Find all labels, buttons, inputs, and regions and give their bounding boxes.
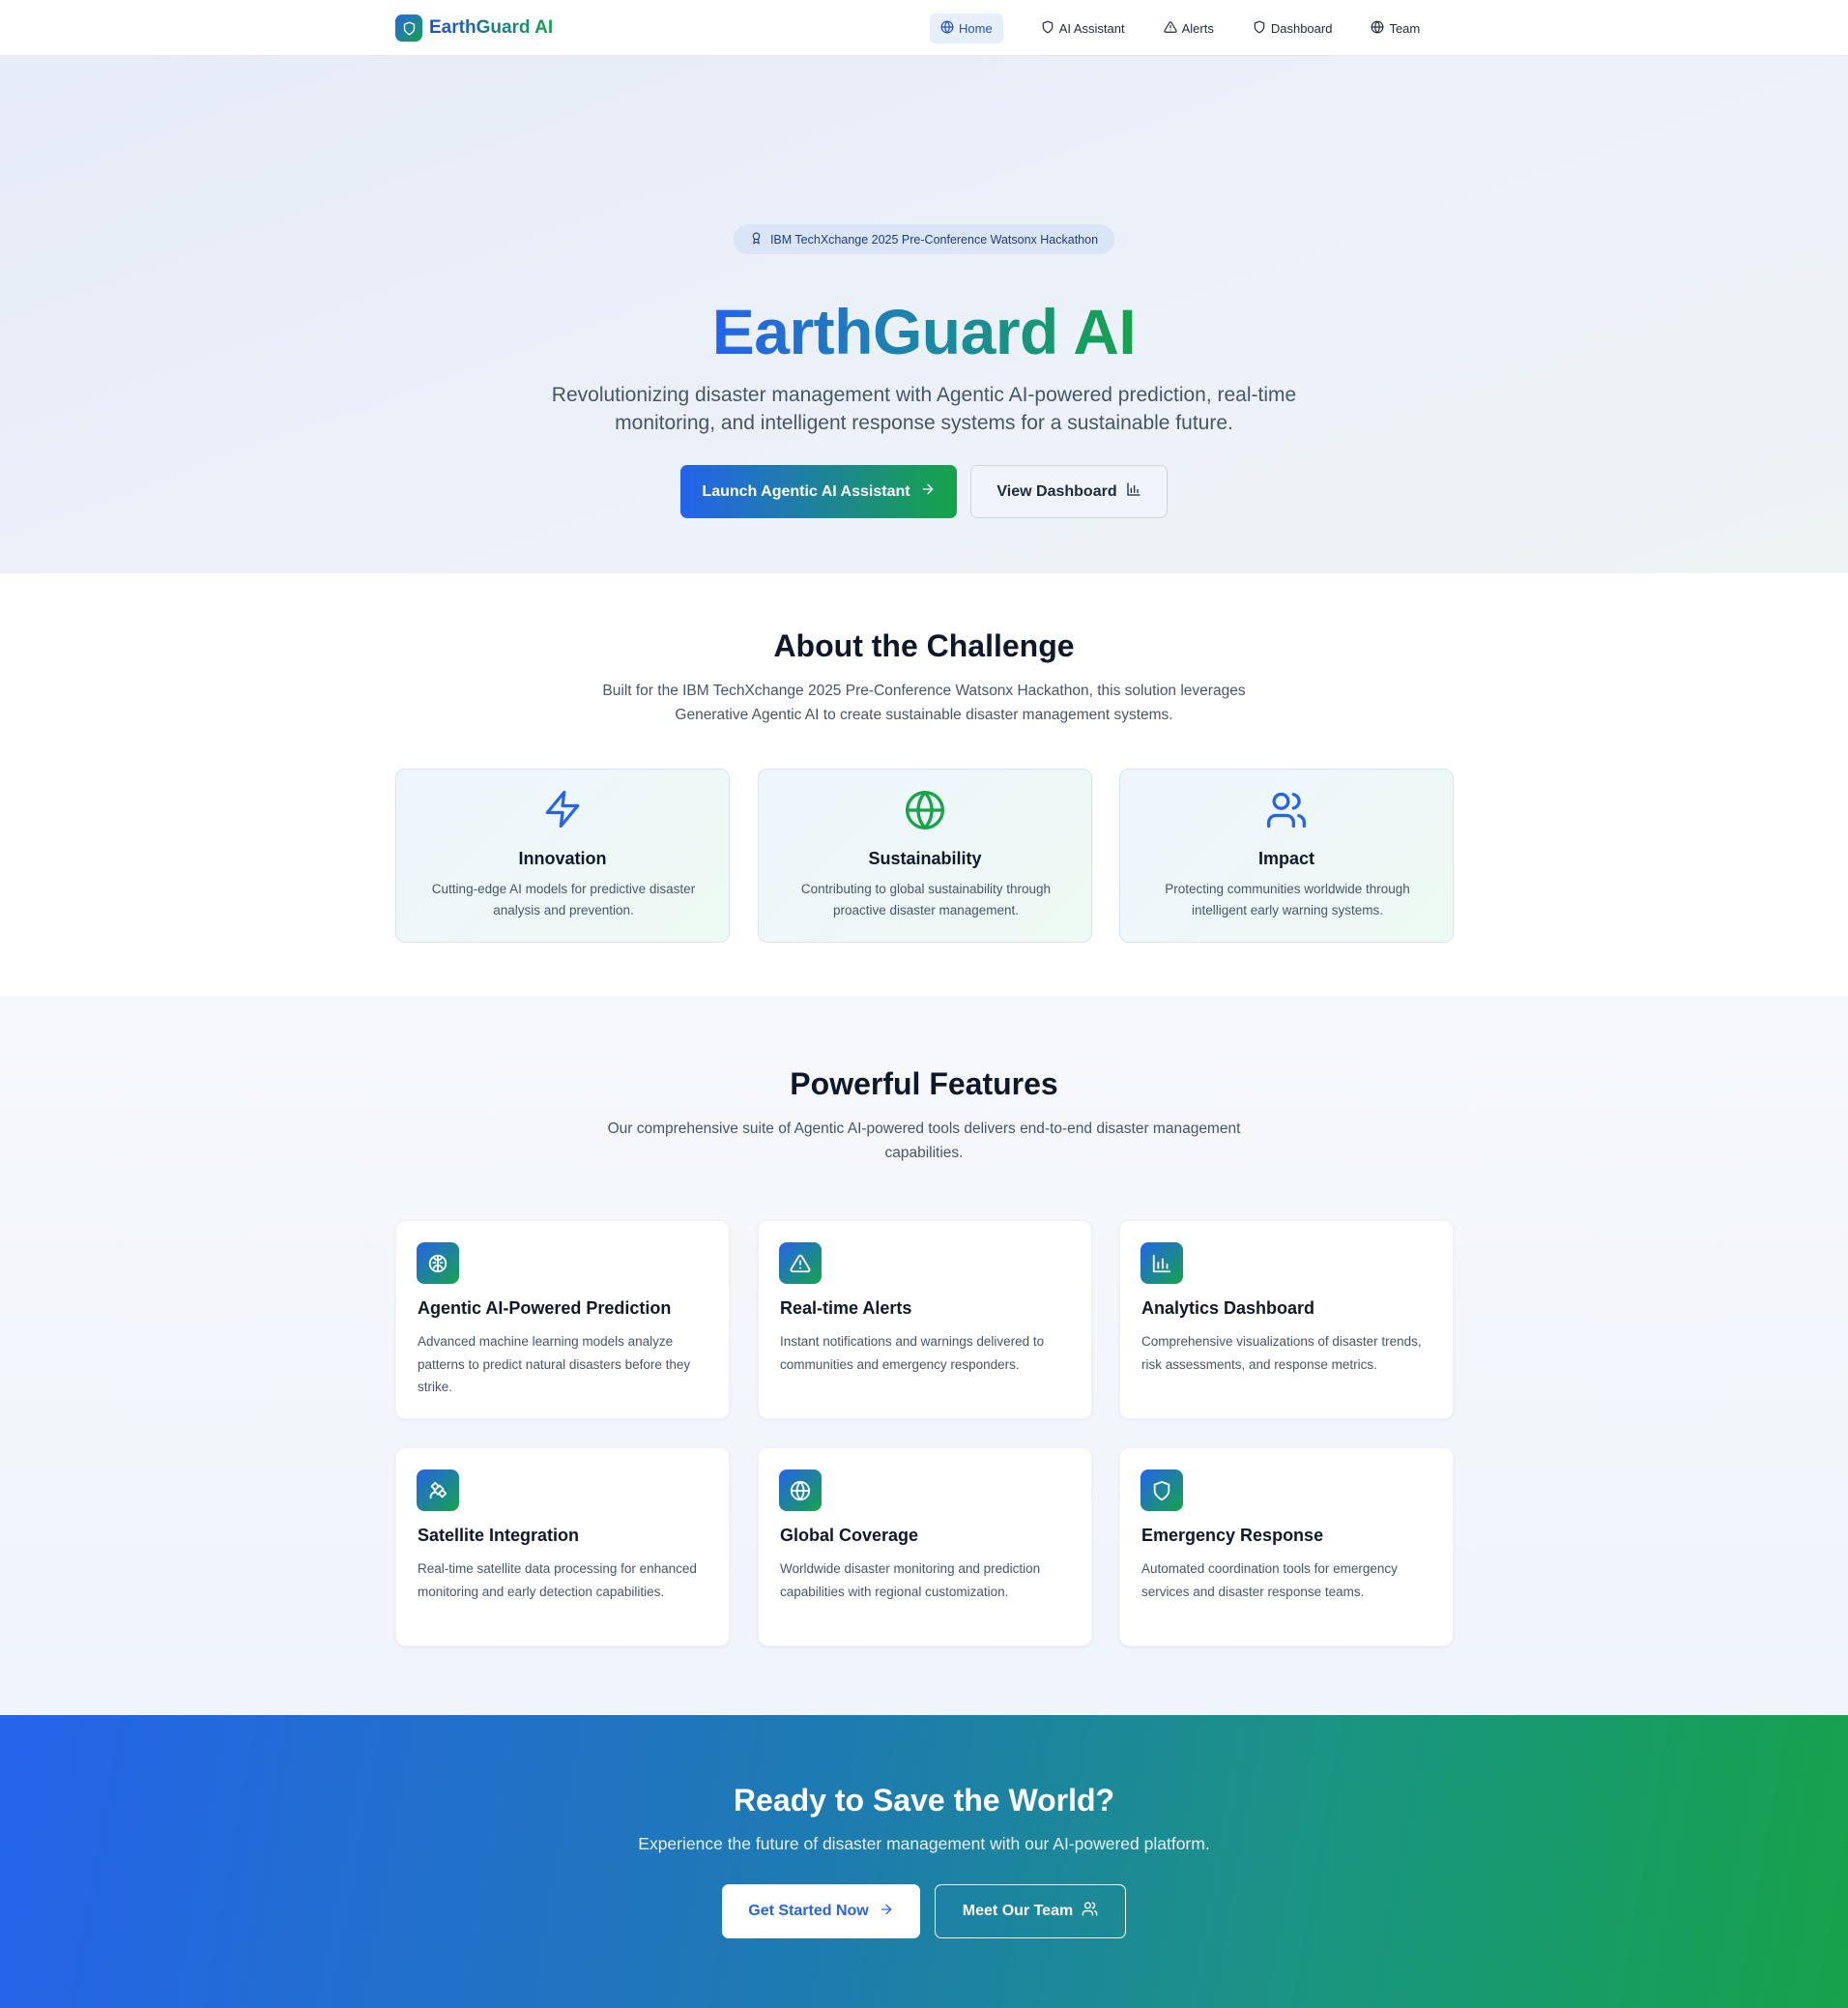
nav-item-label: AI Assistant <box>1058 21 1125 36</box>
arrow-right-icon <box>920 481 936 502</box>
shield-icon <box>1253 20 1266 37</box>
nav-item-label: Team <box>1389 21 1421 36</box>
nav-item-label: Alerts <box>1181 21 1214 36</box>
hackathon-badge: IBM TechXchange 2025 Pre-Conference Wats… <box>734 224 1114 254</box>
hero-title: EarthGuard AI <box>711 296 1137 367</box>
nav-item-team[interactable]: Team <box>1360 14 1430 44</box>
about-subtitle: Built for the IBM TechXchange 2025 Pre-C… <box>602 683 1246 723</box>
bar-chart-icon <box>1141 1242 1183 1284</box>
shield-icon <box>1141 1470 1183 1511</box>
nav-item-dashboard[interactable]: Dashboard <box>1242 14 1343 44</box>
globe-icon <box>779 1470 822 1511</box>
about-section: About the Challenge Built for the IBM Te… <box>0 573 1848 996</box>
view-dashboard-button[interactable]: View Dashboard <box>970 465 1168 518</box>
brand-logo-link[interactable]: EarthGuard AI <box>395 15 553 42</box>
hero-subtitle: Revolutionizing disaster management with… <box>551 384 1297 434</box>
launch-assistant-button[interactable]: Launch Agentic AI Assistant <box>680 465 957 518</box>
features-title: Powerful Features <box>790 1066 1058 1101</box>
feature-card-prediction: Agentic AI-Powered Prediction Advanced m… <box>395 1220 730 1419</box>
card-description: Comprehensive visualizations of disaster… <box>1141 1334 1422 1372</box>
card-description: Cutting-edge AI models for predictive di… <box>431 882 696 917</box>
feature-card-emergency: Emergency Response Automated coordinatio… <box>1119 1447 1454 1646</box>
about-title: About the Challenge <box>773 628 1075 663</box>
badge-label: IBM TechXchange 2025 Pre-Conference Wats… <box>769 232 1099 247</box>
users-icon <box>1120 789 1453 831</box>
card-title: Satellite Integration <box>418 1526 580 1545</box>
top-navbar: EarthGuard AI Home AI Assistant Alerts D… <box>0 0 1848 56</box>
arrow-right-icon <box>879 1902 894 1922</box>
card-description: Advanced machine learning models analyze… <box>418 1334 691 1394</box>
feature-card-analytics: Analytics Dashboard Comprehensive visual… <box>1119 1220 1454 1419</box>
globe-icon <box>940 20 954 37</box>
nav-item-ai-assistant[interactable]: AI Assistant <box>1030 14 1136 44</box>
shield-icon <box>395 15 422 42</box>
alert-triangle-icon <box>1163 20 1177 37</box>
card-title: Innovation <box>518 849 607 868</box>
button-label: View Dashboard <box>996 482 1117 500</box>
features-subtitle: Our comprehensive suite of Agentic AI-po… <box>607 1120 1241 1161</box>
bar-chart-icon <box>1126 481 1141 502</box>
cta-subtitle: Experience the future of disaster manage… <box>638 1834 1210 1853</box>
card-title: Impact <box>1257 849 1315 868</box>
about-card-impact: Impact Protecting communities worldwide … <box>1119 769 1454 943</box>
users-icon <box>1082 1901 1098 1922</box>
hero-section: IBM TechXchange 2025 Pre-Conference Wats… <box>0 56 1848 573</box>
brand-name: EarthGuard AI <box>429 17 554 38</box>
get-started-button[interactable]: Get Started Now <box>722 1884 920 1938</box>
card-description: Worldwide disaster monitoring and predic… <box>780 1561 1041 1599</box>
globe-icon <box>759 789 1091 831</box>
satellite-icon <box>417 1470 459 1511</box>
button-label: Meet Our Team <box>962 1903 1074 1919</box>
card-title: Analytics Dashboard <box>1141 1298 1315 1318</box>
award-icon <box>750 232 763 247</box>
meet-team-button[interactable]: Meet Our Team <box>935 1884 1126 1938</box>
card-title: Sustainability <box>868 849 982 868</box>
button-label: Get Started Now <box>748 1903 869 1919</box>
about-card-sustainability: Sustainability Contributing to global su… <box>758 769 1092 943</box>
globe-icon <box>1371 20 1384 37</box>
card-description: Automated coordination tools for emergen… <box>1141 1561 1398 1599</box>
card-title: Emergency Response <box>1141 1526 1324 1545</box>
nav-links: Home AI Assistant Alerts Dashboard Team <box>930 14 1448 44</box>
features-section: Powerful Features Our comprehensive suit… <box>0 996 1848 1715</box>
card-description: Protecting communities worldwide through… <box>1165 882 1410 917</box>
nav-item-alerts[interactable]: Alerts <box>1153 14 1225 44</box>
button-label: Launch Agentic AI Assistant <box>702 482 910 500</box>
shield-icon <box>1041 20 1054 37</box>
nav-item-label: Home <box>959 21 993 36</box>
zap-icon <box>396 789 729 829</box>
alert-triangle-icon <box>779 1242 822 1284</box>
brain-icon <box>417 1242 459 1284</box>
feature-card-global: Global Coverage Worldwide disaster monit… <box>758 1447 1092 1646</box>
card-description: Contributing to global sustainability th… <box>800 882 1052 917</box>
card-title: Real-time Alerts <box>780 1298 912 1318</box>
nav-item-label: Dashboard <box>1270 21 1333 36</box>
card-description: Real-time satellite data processing for … <box>418 1561 697 1599</box>
card-title: Global Coverage <box>780 1526 919 1545</box>
feature-card-alerts: Real-time Alerts Instant notifications a… <box>758 1220 1092 1419</box>
card-description: Instant notifications and warnings deliv… <box>780 1334 1045 1372</box>
cta-section: Ready to Save the World? Experience the … <box>0 1715 1848 2008</box>
nav-item-home[interactable]: Home <box>930 14 1003 44</box>
cta-title: Ready to Save the World? <box>733 1783 1115 1818</box>
feature-card-satellite: Satellite Integration Real-time satellit… <box>395 1447 730 1646</box>
card-title: Agentic AI-Powered Prediction <box>418 1298 672 1318</box>
about-card-innovation: Innovation Cutting-edge AI models for pr… <box>395 769 730 943</box>
